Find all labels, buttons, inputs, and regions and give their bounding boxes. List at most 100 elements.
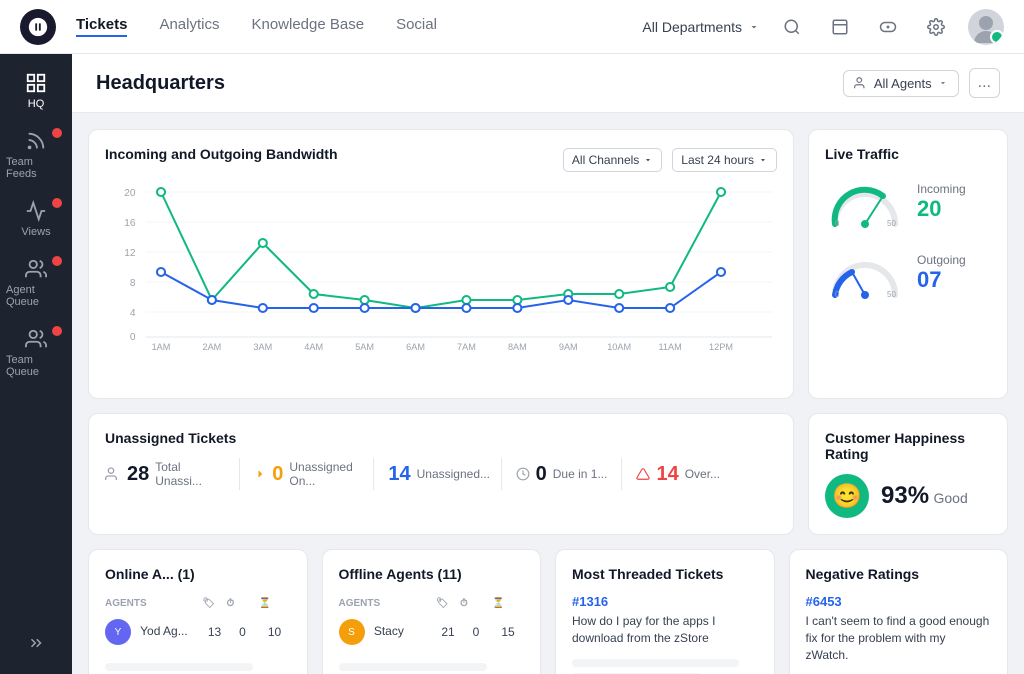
more-options-button[interactable]: ... xyxy=(969,68,1000,98)
happiness-content: 😊 93% Good xyxy=(825,474,991,518)
search-icon[interactable] xyxy=(776,11,808,43)
offline-agents-table: AGENTS 🏷 ⏱ ⏳ S Stacy xyxy=(339,594,525,674)
user-avatar[interactable] xyxy=(968,9,1004,45)
due-num: 0 xyxy=(536,463,547,486)
all-agents-button[interactable]: All Agents xyxy=(843,70,959,97)
col-tag: 🏷 xyxy=(203,594,227,613)
nav-right: All Departments xyxy=(642,9,1004,45)
svg-text:1AM: 1AM xyxy=(152,342,171,352)
sidebar-item-team-feeds[interactable]: Team Feeds xyxy=(0,120,72,190)
sidebar-item-hq[interactable]: HQ xyxy=(0,62,72,120)
most-threaded-ticket-desc: How do I pay for the apps I download fro… xyxy=(572,613,758,647)
svg-text:5AM: 5AM xyxy=(355,342,374,352)
svg-text:8AM: 8AM xyxy=(508,342,527,352)
offline-agent-tag: 21 xyxy=(436,613,460,651)
sidebar-label-agent-queue: Agent Queue xyxy=(6,284,66,308)
nav-analytics[interactable]: Analytics xyxy=(159,16,219,37)
all-agents-label: All Agents xyxy=(874,76,932,91)
skeleton-row-1 xyxy=(105,651,291,674)
sidebar-bottom xyxy=(0,620,72,666)
department-selector[interactable]: All Departments xyxy=(642,19,760,35)
sidebar-item-agent-queue[interactable]: Agent Queue xyxy=(0,248,72,318)
happiness-card: Customer Happiness Rating 😊 93% Good xyxy=(808,413,1008,535)
settings-icon[interactable] xyxy=(920,11,952,43)
svg-text:6AM: 6AM xyxy=(406,342,425,352)
neg-ticket-desc: I can't seem to find a good enough fix f… xyxy=(806,613,992,663)
offline-agent-name-cell: S Stacy xyxy=(339,613,437,651)
online-agent-row: Y Yod Ag... 13 0 10 xyxy=(105,613,291,651)
total-unassigned-num: 28 xyxy=(127,463,149,486)
negative-ratings-title: Negative Ratings xyxy=(806,566,992,582)
nav-social[interactable]: Social xyxy=(396,16,437,37)
time-filter[interactable]: Last 24 hours xyxy=(672,148,777,172)
neg-ticket-id[interactable]: #6453 xyxy=(806,594,992,609)
svg-text:0: 0 xyxy=(835,219,840,228)
offline-agent-flag: 15 xyxy=(492,613,524,651)
sidebar-label-team-queue: Team Queue xyxy=(6,354,66,378)
incoming-gauge-svg: 0 50 xyxy=(825,174,905,229)
online-agents-title: Online A... (1) xyxy=(105,566,291,582)
col-tag-off: 🏷 xyxy=(436,594,460,613)
over-label: Over... xyxy=(685,467,720,481)
svg-text:50: 50 xyxy=(887,290,896,299)
offline-agent-clock: 0 xyxy=(460,613,492,651)
outgoing-gauge-svg: 0 50 xyxy=(825,245,905,300)
svg-text:11AM: 11AM xyxy=(658,342,681,352)
sidebar: HQ Team Feeds Views Agent Queue xyxy=(0,54,72,674)
inbox-icon[interactable] xyxy=(824,11,856,43)
page-header: Headquarters All Agents ... xyxy=(72,54,1024,113)
bandwidth-chart-card: Incoming and Outgoing Bandwidth All Chan… xyxy=(88,129,794,399)
svg-text:7AM: 7AM xyxy=(457,342,476,352)
col-agents: AGENTS xyxy=(105,594,203,613)
svg-text:2AM: 2AM xyxy=(202,342,221,352)
nav-links: Tickets Analytics Knowledge Base Social xyxy=(76,16,642,37)
incoming-info: Incoming 20 xyxy=(917,182,966,222)
outgoing-info: Outgoing 07 xyxy=(917,253,966,293)
channel-filter[interactable]: All Channels xyxy=(563,148,662,172)
stat-unassigned: 14 Unassigned... xyxy=(374,463,500,486)
over-num: 14 xyxy=(656,463,678,486)
happiness-label: Good xyxy=(934,490,968,506)
unassigned-num: 14 xyxy=(388,463,410,486)
agent-flag-count: 10 xyxy=(259,613,291,651)
green-line xyxy=(161,192,721,308)
svg-text:12PM: 12PM xyxy=(709,342,733,352)
sidebar-label-views: Views xyxy=(21,226,50,238)
dashboard: Incoming and Outgoing Bandwidth All Chan… xyxy=(72,113,1024,674)
svg-text:50: 50 xyxy=(887,219,896,228)
sidebar-label-team-feeds: Team Feeds xyxy=(6,156,66,180)
agent-queue-badge xyxy=(52,256,62,266)
expand-sidebar-button[interactable] xyxy=(0,620,72,666)
nav-tickets[interactable]: Tickets xyxy=(76,16,127,37)
chart-filters: All Channels Last 24 hours xyxy=(563,148,777,172)
row-2: Unassigned Tickets 28 Total Unassi... 0 … xyxy=(88,413,1008,535)
outgoing-gauge: 0 50 Outgoing 07 xyxy=(825,245,991,300)
happiness-percent: 93% xyxy=(881,482,929,509)
sidebar-item-views[interactable]: Views xyxy=(0,190,72,248)
app-logo[interactable] xyxy=(20,9,56,45)
unassigned-online-num: 0 xyxy=(272,463,283,486)
most-threaded-ticket-id[interactable]: #1316 xyxy=(572,594,758,609)
svg-text:20: 20 xyxy=(124,188,136,199)
bandwidth-chart: 20 16 12 8 4 0 1AM 2AM 3AM 4AM 5AM xyxy=(105,182,777,382)
svg-text:10AM: 10AM xyxy=(607,342,631,352)
offline-skeleton-1 xyxy=(339,651,525,674)
offline-agent-row: S Stacy 21 0 15 xyxy=(339,613,525,651)
svg-text:8: 8 xyxy=(130,278,136,289)
blue-line xyxy=(161,272,721,308)
svg-text:4AM: 4AM xyxy=(304,342,323,352)
stat-over: 14 Over... xyxy=(622,463,734,486)
online-agents-table: AGENTS 🏷 ⏱ ⏳ Y Yod Ag... xyxy=(105,594,291,674)
page-title: Headquarters xyxy=(96,72,225,95)
gamepad-icon[interactable] xyxy=(872,11,904,43)
col-flag-off: ⏳ xyxy=(492,594,524,613)
total-unassigned-label: Total Unassi... xyxy=(155,460,225,488)
nav-knowledge-base[interactable]: Knowledge Base xyxy=(251,16,364,37)
agent-avatar: Y xyxy=(105,619,131,645)
page-header-actions: All Agents ... xyxy=(843,68,1000,98)
stat-total: 28 Total Unassi... xyxy=(105,460,239,488)
chart-header: Incoming and Outgoing Bandwidth All Chan… xyxy=(105,146,777,174)
sidebar-item-team-queue[interactable]: Team Queue xyxy=(0,318,72,388)
incoming-value: 20 xyxy=(917,196,966,222)
agent-tag-count: 13 xyxy=(203,613,227,651)
